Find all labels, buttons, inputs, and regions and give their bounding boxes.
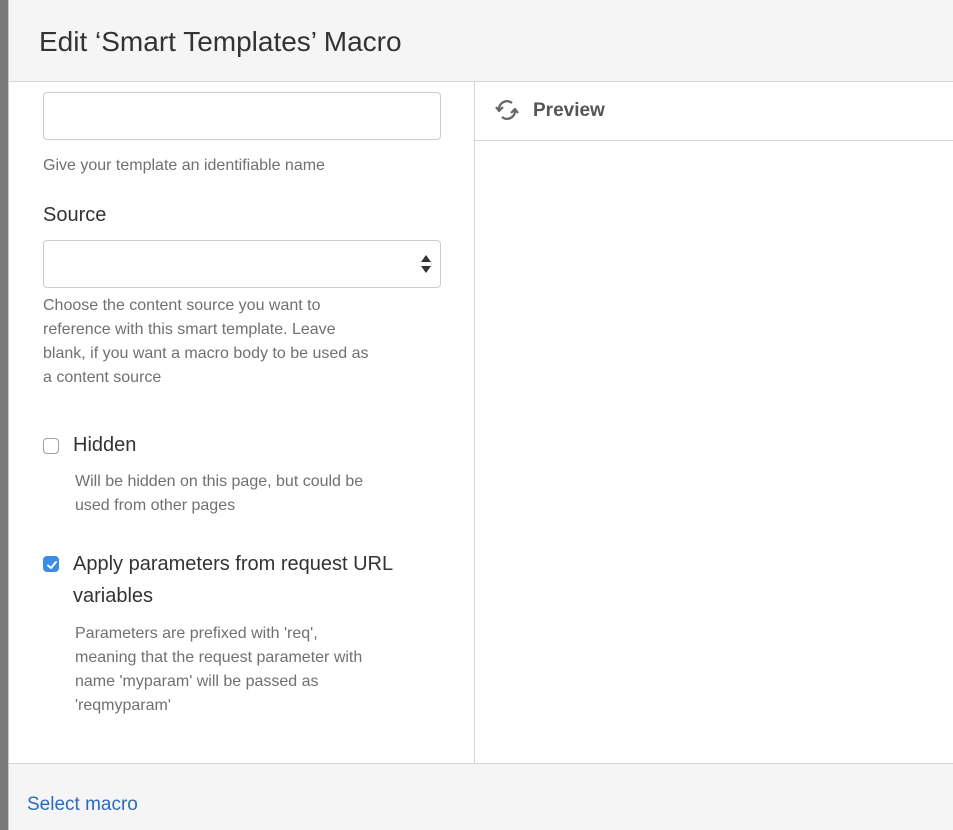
dialog-title: Edit ‘Smart Templates’ Macro — [39, 26, 402, 57]
source-label: Source — [43, 204, 107, 226]
hidden-help-line: used from other pages — [75, 497, 236, 514]
name-help-text: Give your template an identifiable name — [43, 157, 325, 174]
source-help-line: Choose the content source you want to — [43, 297, 321, 314]
apply-params-help-line: Parameters are prefixed with 'req', — [75, 625, 318, 642]
apply-params-help-line: meaning that the request parameter with — [75, 649, 363, 666]
apply-params-help-line: 'reqmyparam' — [75, 697, 171, 714]
checkmark-icon — [47, 561, 57, 569]
dialog-header: Edit ‘Smart Templates’ Macro — [9, 0, 953, 82]
source-select[interactable] — [43, 240, 441, 288]
select-macro-link[interactable]: Select macro — [27, 794, 138, 816]
preview-title: Preview — [533, 100, 605, 121]
source-help-line: a content source — [43, 369, 162, 386]
dialog-footer: Select macro — [9, 763, 953, 830]
source-help-line: blank, if you want a macro body to be us… — [43, 345, 369, 362]
source-help-line: reference with this smart template. Leav… — [43, 321, 336, 338]
preview-header: Preview — [475, 82, 953, 141]
select-arrows-icon — [421, 255, 431, 273]
apply-params-help-line: name 'myparam' will be passed as — [75, 673, 319, 690]
hidden-checkbox-label[interactable]: Hidden — [73, 431, 136, 459]
hidden-checkbox[interactable] — [43, 438, 59, 454]
apply-params-label-line[interactable]: variables — [73, 582, 153, 610]
template-name-input[interactable] — [43, 92, 441, 140]
background-page-edge — [0, 0, 8, 830]
macro-parameters-panel: Give your template an identifiable name … — [9, 82, 475, 763]
macro-dialog: Edit ‘Smart Templates’ Macro Give your t… — [8, 0, 953, 830]
refresh-icon[interactable] — [495, 99, 519, 121]
preview-area — [475, 141, 953, 763]
hidden-help-line: Will be hidden on this page, but could b… — [75, 473, 364, 490]
apply-params-label-line[interactable]: Apply parameters from request URL — [73, 550, 393, 578]
apply-params-checkbox[interactable] — [43, 556, 59, 572]
